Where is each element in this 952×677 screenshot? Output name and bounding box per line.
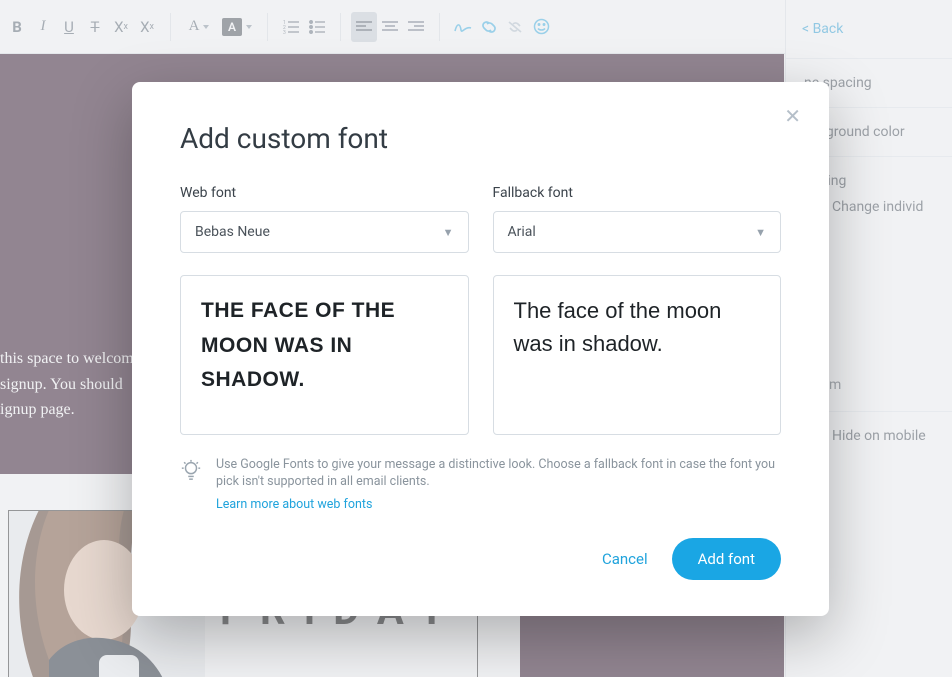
separator [267,13,268,41]
lightbulb-icon [180,459,202,481]
svg-text:3: 3 [283,30,286,34]
close-icon[interactable]: ✕ [784,104,801,128]
select-value: Bebas Neue [195,224,270,240]
toggle-label: Change individ [832,199,923,215]
modal-title: Add custom font [180,122,781,155]
fallback-font-label: Fallback font [493,185,782,201]
emoji-icon[interactable] [528,12,554,42]
toggle-label: Hide on mobile [832,428,926,444]
chevron-down-icon: ▼ [443,226,454,239]
tip-row: Use Google Fonts to give your message a … [180,457,781,514]
chevron-down-icon: ▼ [755,226,766,239]
link-icon[interactable] [476,12,502,42]
separator [439,13,440,41]
web-font-select[interactable]: Bebas Neue ▼ [180,211,469,253]
separator [170,13,171,41]
learn-more-link[interactable]: Learn more about web fonts [216,497,781,514]
align-right-icon[interactable] [403,12,429,42]
fallback-font-preview: The face of the moon was in shadow. [493,275,782,435]
unlink-icon[interactable] [502,12,528,42]
text-toolbar: B I U T Xx Xx A A 123 [0,0,785,54]
web-font-label: Web font [180,185,469,201]
select-value: Arial [508,224,536,240]
italic-button[interactable]: I [30,12,56,42]
underline-button[interactable]: U [56,12,82,42]
cancel-button[interactable]: Cancel [598,540,652,578]
add-font-button[interactable]: Add font [672,538,781,580]
align-left-icon[interactable] [351,12,377,42]
font-color-button[interactable]: A [181,12,217,42]
add-font-modal: ✕ Add custom font Web font Bebas Neue ▼ … [132,82,829,616]
strikethrough-button[interactable]: T [82,12,108,42]
ordered-list-icon[interactable]: 123 [278,12,304,42]
signature-icon[interactable] [450,12,476,42]
align-center-icon[interactable] [377,12,403,42]
unordered-list-icon[interactable] [304,12,330,42]
back-link[interactable]: < Back [786,0,952,58]
tip-text: Use Google Fonts to give your message a … [216,457,775,489]
superscript-button[interactable]: Xx [134,12,160,42]
web-font-preview: The face of the moon was in shadow. [180,275,469,435]
fallback-font-select[interactable]: Arial ▼ [493,211,782,253]
separator [340,13,341,41]
bold-button[interactable]: B [4,12,30,42]
highlight-button[interactable]: A [217,12,257,42]
subscript-button[interactable]: Xx [108,12,134,42]
